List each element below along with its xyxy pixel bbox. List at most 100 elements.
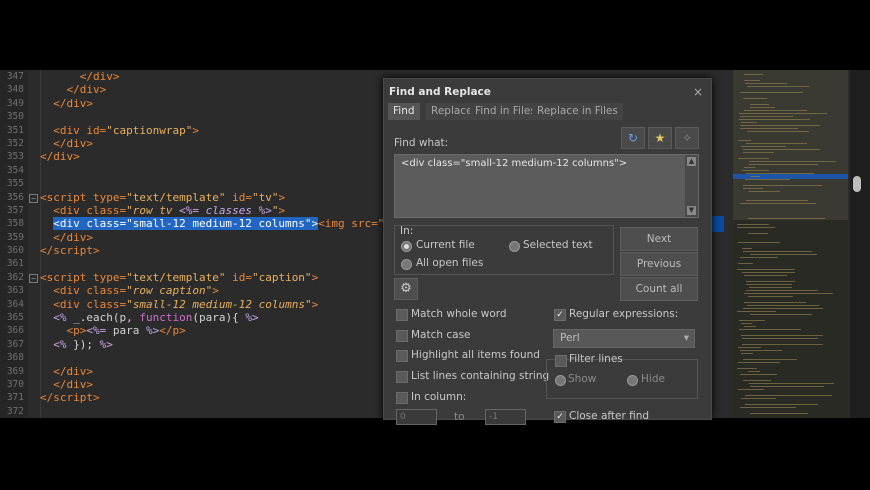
find-what-input[interactable]: <div class="small-12 medium-12 columns">…	[394, 154, 699, 218]
next-button[interactable]: Next	[620, 227, 698, 251]
find-what-label: Find what:	[394, 137, 449, 149]
minimap-line	[740, 116, 793, 117]
minimap-line	[745, 395, 832, 396]
clear-icon[interactable]: ✧	[675, 127, 699, 149]
radio-current-file-label[interactable]: Current file	[416, 239, 475, 251]
highlight-all-label[interactable]: Highlight all items found	[411, 349, 540, 361]
minimap-line	[737, 368, 757, 369]
minimap[interactable]	[733, 70, 848, 418]
minimap-line	[748, 218, 825, 219]
minimap-line	[748, 371, 760, 372]
tab-find[interactable]: Find	[388, 103, 420, 120]
minimap-line	[744, 80, 760, 81]
history-icon[interactable]: ↻	[621, 127, 645, 149]
regex-label[interactable]: Regular expressions:	[569, 308, 678, 320]
minimap-line	[744, 293, 833, 294]
line-number: 371	[6, 392, 24, 404]
list-lines-label[interactable]: List lines containing string	[411, 370, 549, 382]
previous-button[interactable]: Previous	[620, 252, 698, 276]
in-column-checkbox[interactable]	[396, 392, 408, 404]
radio-hide-label[interactable]: Hide	[641, 373, 665, 385]
minimap-line	[738, 140, 751, 141]
close-icon[interactable]: ×	[693, 85, 703, 99]
minimap-line	[741, 122, 757, 123]
radio-show[interactable]	[555, 375, 566, 386]
highlight-all-checkbox[interactable]	[396, 350, 408, 362]
filter-lines-label[interactable]: Filter lines	[569, 353, 623, 365]
line-number: 365	[6, 312, 24, 324]
minimap-line	[747, 131, 809, 132]
radio-all-open-files[interactable]	[401, 259, 412, 270]
minimap-line	[740, 128, 798, 129]
radio-current-file[interactable]	[401, 241, 412, 252]
tab-replace-in-files[interactable]: Replace in Files	[532, 103, 623, 120]
code-text: <div class="small-12 medium-12 columns">…	[53, 217, 404, 231]
line-number: 355	[6, 178, 24, 190]
close-after-find-label[interactable]: Close after find	[569, 410, 649, 422]
scrollbar-thumb[interactable]	[853, 176, 861, 192]
minimap-line	[748, 296, 793, 297]
line-number: 364	[6, 298, 24, 310]
regex-checkbox[interactable]: ✓	[554, 309, 566, 321]
minimap-line	[738, 242, 780, 243]
minimap-line	[741, 335, 823, 336]
radio-selected-text-label[interactable]: Selected text	[523, 239, 593, 251]
line-number: 359	[6, 231, 24, 243]
filter-lines-group: Filter lines Show Hide	[546, 353, 698, 399]
minimap-line	[749, 383, 834, 384]
minimap-line	[743, 380, 771, 381]
scroll-down-icon[interactable]: ▼	[687, 206, 696, 215]
column-from-input[interactable]: 0	[396, 409, 437, 425]
code-text: </div>	[53, 377, 93, 391]
match-case-label[interactable]: Match case	[411, 329, 471, 341]
minimap-line	[749, 287, 792, 288]
minimap-line	[746, 281, 795, 282]
radio-selected-text[interactable]	[509, 241, 520, 252]
match-whole-word-label[interactable]: Match whole word	[411, 308, 507, 320]
list-lines-checkbox[interactable]	[396, 371, 408, 383]
filter-lines-checkbox[interactable]	[555, 355, 567, 367]
dialog-title: Find and Replace	[389, 86, 491, 98]
code-text: </div>	[66, 83, 107, 97]
code-text: </script>	[40, 244, 100, 258]
minimap-line	[749, 164, 818, 165]
code-text: </div>	[53, 230, 93, 244]
fold-toggle-icon[interactable]: −	[29, 193, 38, 203]
count-all-button[interactable]: Count all	[620, 277, 698, 301]
match-case-checkbox[interactable]	[396, 330, 408, 342]
line-number: 353	[6, 151, 24, 163]
find-replace-dialog: Find and Replace × Find Replace Find in …	[383, 78, 712, 425]
fold-toggle-icon[interactable]: −	[29, 273, 38, 283]
minimap-line	[744, 167, 755, 168]
minimap-line	[740, 257, 778, 258]
line-number: 367	[6, 338, 24, 350]
find-input-scrollbar[interactable]: ▲ ▼	[685, 155, 698, 217]
column-to-label: to	[454, 411, 465, 423]
chevron-down-icon: ▾	[683, 332, 689, 344]
regex-type-select[interactable]: Perl ▾	[553, 329, 695, 348]
code-text: <div class="row tv <%= classes %>">	[53, 203, 286, 217]
minimap-line	[737, 224, 769, 225]
close-after-find-checkbox[interactable]: ✓	[554, 411, 566, 423]
vertical-scrollbar[interactable]	[850, 70, 870, 418]
radio-hide[interactable]	[627, 375, 638, 386]
minimap-line	[738, 158, 769, 159]
favorite-star-icon[interactable]: ★	[648, 127, 672, 149]
tab-find-in-files[interactable]: Find in Files	[470, 103, 541, 120]
minimap-line	[750, 386, 824, 387]
regex-type-value: Perl	[560, 332, 580, 344]
gear-icon[interactable]: ⚙	[394, 278, 418, 300]
in-column-label[interactable]: In column:	[411, 391, 466, 403]
match-whole-word-checkbox[interactable]	[396, 309, 408, 321]
minimap-line	[742, 170, 769, 171]
radio-show-label[interactable]: Show	[568, 373, 596, 385]
line-number: 366	[6, 325, 24, 337]
minimap-line	[741, 398, 776, 399]
column-to-input[interactable]: -1	[485, 409, 526, 425]
in-label: In:	[400, 225, 414, 237]
radio-all-open-files-label[interactable]: All open files	[416, 257, 483, 269]
minimap-line	[739, 119, 810, 120]
scroll-up-icon[interactable]: ▲	[687, 157, 696, 166]
minimap-line	[744, 110, 807, 111]
minimap-line	[744, 302, 806, 303]
